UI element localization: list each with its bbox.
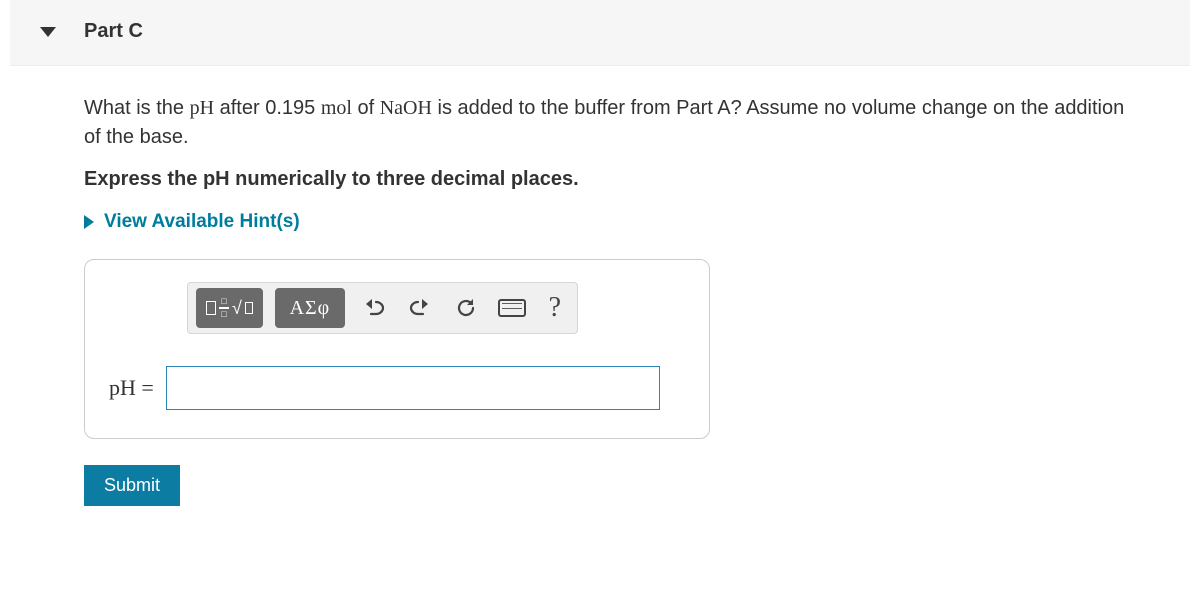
reset-icon (454, 296, 478, 320)
q-text: What is the (84, 97, 190, 119)
q-ph: pH (190, 97, 214, 119)
caret-right-icon (84, 215, 94, 229)
keyboard-icon (498, 299, 526, 317)
templates-button[interactable]: □□ √ (196, 288, 263, 328)
q-text: after 0.195 (214, 97, 321, 119)
hints-label: View Available Hint(s) (104, 211, 300, 233)
answer-box: □□ √ ΑΣφ ? pH (84, 259, 710, 439)
submit-button[interactable]: Submit (84, 465, 180, 506)
help-button[interactable]: ? (541, 292, 569, 324)
q-mol: mol (321, 97, 352, 119)
view-hints-toggle[interactable]: View Available Hint(s) (84, 211, 300, 233)
q-text: of (352, 97, 380, 119)
redo-button[interactable] (403, 291, 437, 325)
equation-toolbar: □□ √ ΑΣφ ? (187, 282, 578, 334)
collapse-caret-icon (40, 27, 56, 37)
answer-input[interactable] (166, 366, 660, 410)
answer-input-row: pH = (105, 366, 689, 410)
keyboard-button[interactable] (495, 291, 529, 325)
part-content: What is the pH after 0.195 mol of NaOH i… (10, 66, 1190, 506)
undo-icon (362, 296, 386, 320)
greek-symbols-button[interactable]: ΑΣφ (275, 288, 345, 328)
redo-icon (408, 296, 432, 320)
answer-lhs: pH = (109, 375, 154, 401)
math-template-icon: □□ √ (206, 297, 253, 319)
q-naoh: NaOH (380, 97, 432, 119)
reset-button[interactable] (449, 291, 483, 325)
part-header[interactable]: Part C (10, 0, 1190, 66)
answer-instruction: Express the pH numerically to three deci… (84, 168, 1190, 191)
part-title: Part C (84, 20, 143, 43)
undo-button[interactable] (357, 291, 391, 325)
question-text: What is the pH after 0.195 mol of NaOH i… (84, 94, 1144, 152)
question-part: Part C What is the pH after 0.195 mol of… (0, 0, 1200, 536)
